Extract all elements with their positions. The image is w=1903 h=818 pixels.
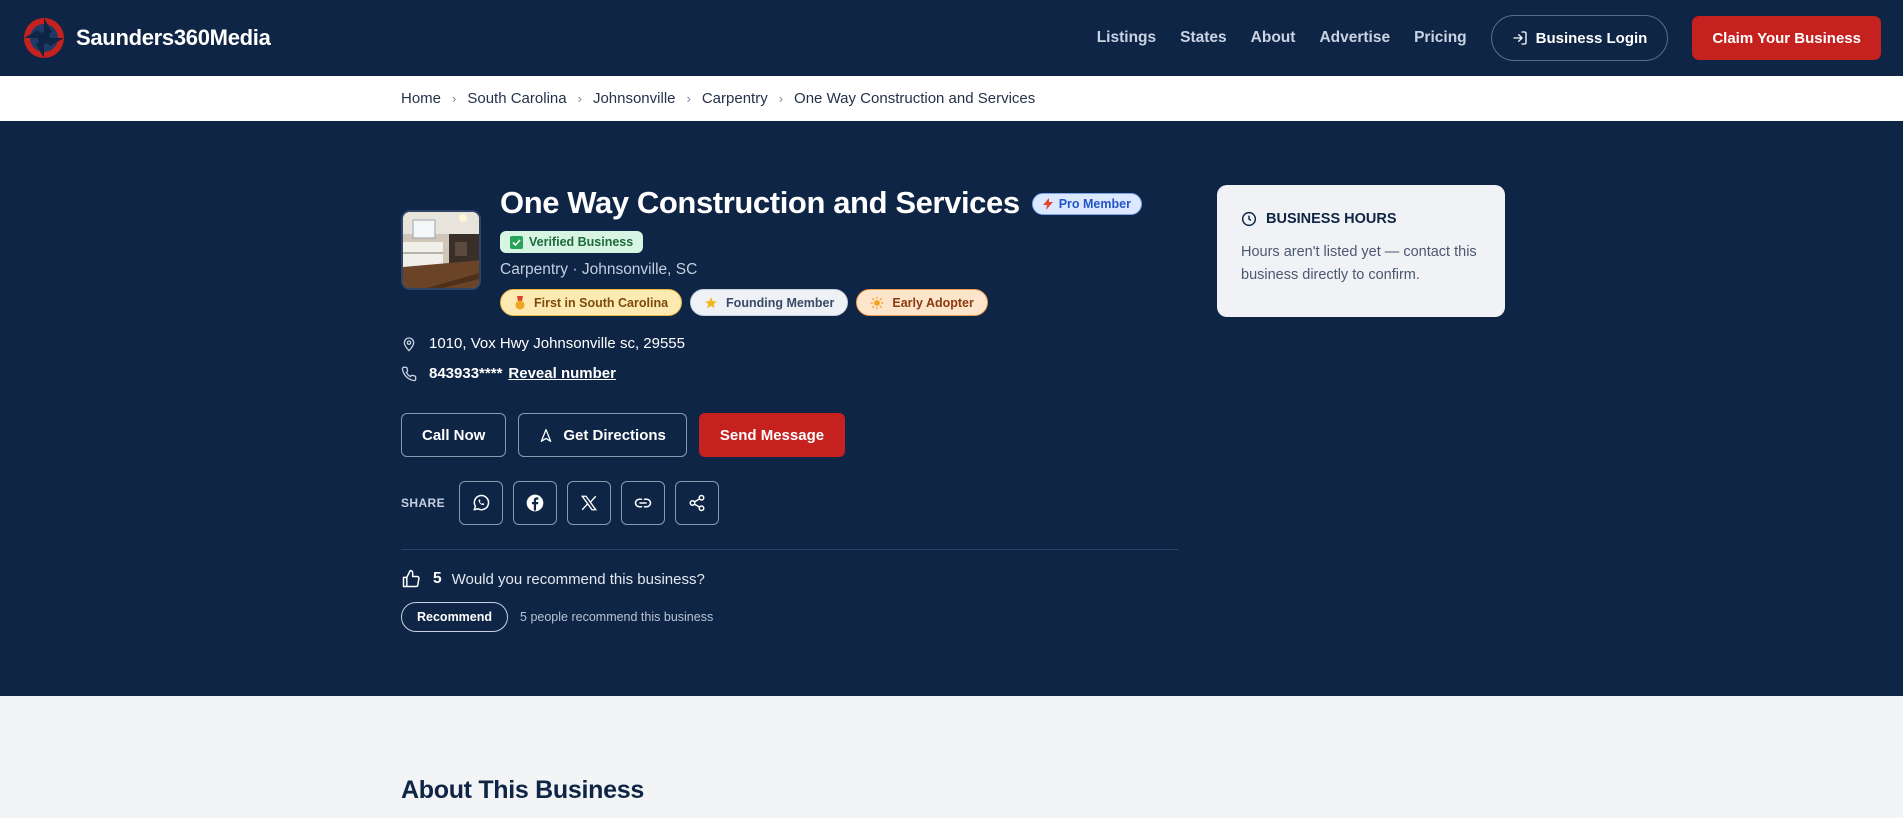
call-now-button[interactable]: Call Now	[401, 413, 507, 457]
about-heading: About This Business	[401, 776, 644, 804]
founding-member-label: Founding Member	[726, 295, 835, 310]
recommend-summary: 5 Would you recommend this business?	[401, 569, 705, 589]
nav-link-pricing[interactable]: Pricing	[1414, 29, 1467, 47]
verified-label: Verified Business	[529, 235, 634, 249]
business-login-label: Business Login	[1535, 29, 1648, 47]
breadcrumb-home[interactable]: Home	[401, 90, 441, 107]
business-hours-text: Hours aren't listed yet — contact this b…	[1241, 244, 1477, 283]
whatsapp-icon	[473, 494, 490, 511]
first-in-state-badge: First in South Carolina	[500, 289, 683, 316]
claim-business-label: Claim Your Business	[1712, 29, 1861, 47]
breadcrumb-state[interactable]: South Carolina	[467, 90, 566, 107]
nav-link-advertise[interactable]: Advertise	[1319, 29, 1390, 47]
breadcrumb-bar: Home › South Carolina › Johnsonville › C…	[0, 76, 1903, 121]
early-adopter-badge: Early Adopter	[856, 289, 988, 316]
recommend-count: 5	[433, 570, 442, 587]
phone-number-masked: 843933****	[429, 365, 503, 382]
medal-icon	[515, 295, 525, 309]
main-nav: Listings States About Advertise Pricing …	[1097, 15, 1881, 61]
business-category-location: Carpentry · Johnsonville, SC	[500, 261, 698, 278]
lightning-icon	[1042, 198, 1053, 210]
business-hero: One Way Construction and Services Pro Me…	[0, 121, 1903, 696]
get-directions-label: Get Directions	[563, 426, 666, 444]
call-now-label: Call Now	[422, 426, 486, 444]
share-x-button[interactable]	[567, 481, 612, 525]
share-copy-link-button[interactable]	[621, 481, 666, 525]
check-square-icon	[510, 235, 523, 249]
send-message-button[interactable]: Send Message	[698, 413, 846, 457]
breadcrumb: Home › South Carolina › Johnsonville › C…	[401, 90, 1035, 107]
top-navigation: Saunders360Media Listings States About A…	[0, 0, 1903, 76]
x-icon	[580, 495, 598, 511]
chevron-right-icon: ›	[577, 91, 582, 106]
thumbs-up-icon	[402, 569, 420, 588]
brand-logo-link[interactable]: Saunders360Media	[22, 16, 271, 60]
nav-link-about[interactable]: About	[1251, 29, 1296, 47]
recommend-actions: Recommend 5 people recommend this busine…	[401, 602, 713, 632]
verified-badge: Verified Business	[500, 231, 644, 253]
founding-member-badge: Founding Member	[690, 289, 849, 316]
business-hours-card: BUSINESS HOURS Hours aren't listed yet —…	[1217, 185, 1505, 317]
send-message-label: Send Message	[719, 426, 825, 444]
navigation-arrow-icon	[541, 428, 552, 442]
address-row: 1010, Vox Hwy Johnsonville sc, 29555	[401, 335, 685, 352]
recommend-button[interactable]: Recommend	[401, 602, 509, 632]
share-icon	[689, 494, 705, 512]
share-facebook-button[interactable]	[513, 481, 558, 525]
brand-name: Saunders360Media	[76, 25, 271, 50]
aperture-logo-icon	[24, 18, 64, 58]
share-label: SHARE	[401, 496, 446, 510]
title-row: One Way Construction and Services Pro Me…	[500, 185, 1142, 221]
action-buttons: Call Now Get Directions Send Message	[401, 413, 846, 457]
map-pin-icon	[403, 336, 415, 352]
star-icon	[705, 296, 717, 308]
claim-business-button[interactable]: Claim Your Business	[1692, 16, 1881, 60]
share-more-button[interactable]	[675, 481, 720, 525]
phone-row: 843933**** Reveal number	[401, 365, 616, 382]
breadcrumb-category[interactable]: Carpentry	[702, 90, 768, 107]
get-directions-button[interactable]: Get Directions	[518, 413, 687, 457]
business-address: 1010, Vox Hwy Johnsonville sc, 29555	[429, 335, 685, 352]
early-adopter-label: Early Adopter	[892, 295, 974, 310]
business-hours-title: BUSINESS HOURS	[1266, 211, 1397, 227]
nav-link-states[interactable]: States	[1180, 29, 1227, 47]
link-icon	[634, 498, 652, 508]
business-name: One Way Construction and Services	[500, 185, 1020, 220]
business-hours-header: BUSINESS HOURS	[1241, 211, 1481, 227]
clock-icon	[1241, 211, 1257, 227]
recommend-note: 5 people recommend this business	[520, 610, 714, 624]
achievement-badges: First in South Carolina Founding Member …	[500, 289, 988, 316]
business-login-button[interactable]: Business Login	[1490, 15, 1669, 61]
nav-link-listings[interactable]: Listings	[1097, 29, 1156, 47]
breadcrumb-city[interactable]: Johnsonville	[593, 90, 676, 107]
section-divider	[401, 549, 1178, 550]
breadcrumb-current: One Way Construction and Services	[794, 90, 1036, 107]
recommend-button-label: Recommend	[417, 610, 493, 624]
reveal-number-link[interactable]: Reveal number	[508, 365, 616, 382]
login-icon	[1512, 31, 1527, 45]
chevron-right-icon: ›	[778, 91, 784, 106]
chevron-right-icon: ›	[452, 91, 457, 106]
recommend-question: Would you recommend this business?	[451, 570, 705, 588]
chevron-right-icon: ›	[686, 91, 691, 106]
business-photo[interactable]	[401, 210, 481, 290]
share-row: SHARE	[401, 481, 720, 525]
kitchen-photo-thumbnail	[403, 212, 479, 288]
phone-icon	[401, 366, 417, 381]
pro-member-badge: Pro Member	[1031, 193, 1142, 215]
facebook-icon	[526, 494, 544, 512]
sun-icon	[870, 296, 884, 309]
pro-member-label: Pro Member	[1058, 197, 1131, 211]
share-whatsapp-button[interactable]	[459, 481, 504, 525]
first-in-state-label: First in South Carolina	[534, 295, 669, 310]
